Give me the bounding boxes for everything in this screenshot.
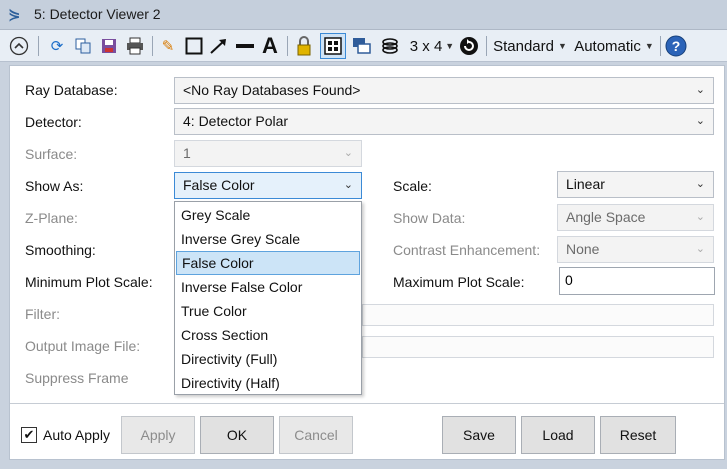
layout-dropdown[interactable]: 3 x 4 ▼ (409, 34, 455, 58)
option-directivity-half[interactable]: Directivity (Half) (176, 371, 360, 395)
chevron-down-icon: ▼ (557, 41, 567, 51)
standard-label: Standard (493, 37, 554, 55)
text-tool-icon[interactable]: A (259, 33, 281, 58)
toolbar: ⟳ ✎ A 3 x 4 ▼ Standard ▼ Automatic ▼ ? (0, 30, 727, 62)
option-inverse-grey-scale[interactable]: Inverse Grey Scale (176, 227, 360, 251)
arrow-icon[interactable] (208, 34, 230, 58)
output-image-file-label: Output Image File: (25, 338, 141, 354)
save-button[interactable]: Save (442, 416, 516, 454)
ray-database-select[interactable]: <No Ray Databases Found> ⌄ (174, 77, 714, 104)
reset-button[interactable]: Reset (600, 416, 676, 454)
surface-select: 1 ⌄ (174, 140, 362, 167)
show-as-dropdown-list: Grey Scale Inverse Grey Scale False Colo… (174, 201, 362, 395)
rotate-icon[interactable] (458, 34, 480, 58)
show-data-value: Angle Space (566, 209, 646, 225)
contrast-enhancement-select: None ⌄ (557, 236, 714, 263)
option-true-color[interactable]: True Color (176, 299, 360, 323)
surface-label: Surface: (25, 146, 78, 162)
automatic-label: Automatic (574, 37, 641, 55)
max-plot-scale-input[interactable]: 0 (559, 267, 715, 295)
layout-label: 3 x 4 (409, 37, 443, 55)
load-button[interactable]: Load (521, 416, 595, 454)
suppress-frame-label: Suppress Frame (25, 370, 129, 386)
max-plot-scale-label: Maximum Plot Scale: (393, 274, 525, 290)
min-plot-scale-label: Minimum Plot Scale: (25, 274, 153, 290)
layers-icon[interactable] (379, 34, 401, 58)
footer-divider (10, 403, 724, 404)
show-data-select: Angle Space ⌄ (557, 204, 714, 231)
contrast-enhancement-label: Contrast Enhancement: (393, 242, 541, 258)
show-as-label: Show As: (25, 178, 84, 194)
auto-apply-checkbox[interactable]: ✔ (21, 427, 37, 443)
contrast-enhancement-value: None (566, 241, 600, 257)
app-logo-icon: ⋟ (8, 6, 21, 23)
z-plane-label: Z-Plane: (25, 210, 78, 226)
standard-dropdown[interactable]: Standard ▼ (492, 34, 568, 58)
ray-database-value: <No Ray Databases Found> (183, 82, 361, 98)
rectangle-icon[interactable] (183, 34, 205, 58)
chevron-down-icon: ⌄ (695, 243, 705, 255)
apply-button[interactable]: Apply (121, 416, 195, 454)
auto-apply-label: Auto Apply (43, 427, 110, 443)
detector-select[interactable]: 4: Detector Polar ⌄ (174, 108, 714, 135)
grid-select-icon[interactable] (320, 33, 346, 59)
svg-text:?: ? (672, 38, 681, 54)
ray-database-label: Ray Database: (25, 82, 118, 98)
surface-value: 1 (183, 145, 191, 161)
collapse-icon[interactable] (8, 34, 30, 58)
option-inverse-false-color[interactable]: Inverse False Color (176, 275, 360, 299)
checkmark-icon: ✔ (23, 427, 35, 442)
show-as-value: False Color (183, 177, 255, 193)
windows-icon[interactable] (351, 34, 373, 58)
output-image-file-input (362, 336, 714, 358)
show-data-label: Show Data: (393, 210, 466, 226)
refresh-icon[interactable]: ⟳ (46, 34, 68, 58)
chevron-down-icon: ⌄ (695, 178, 705, 190)
show-as-select[interactable]: False Color ⌄ (174, 172, 362, 199)
detector-value: 4: Detector Polar (183, 113, 289, 129)
chevron-down-icon: ▼ (445, 41, 455, 51)
option-directivity-full[interactable]: Directivity (Full) (176, 347, 360, 371)
cancel-button[interactable]: Cancel (279, 416, 353, 454)
scale-value: Linear (566, 176, 605, 192)
chevron-down-icon: ⌄ (695, 84, 705, 96)
chevron-down-icon: ⌄ (695, 115, 705, 127)
filter-input (362, 304, 714, 326)
help-icon[interactable]: ? (664, 34, 688, 58)
line-icon[interactable] (234, 34, 256, 58)
scale-label: Scale: (393, 178, 432, 194)
detector-label: Detector: (25, 114, 82, 130)
chevron-down-icon: ⌄ (343, 179, 353, 191)
smoothing-label: Smoothing: (25, 242, 96, 258)
scale-select[interactable]: Linear ⌄ (557, 171, 714, 198)
chevron-down-icon: ▼ (644, 41, 654, 51)
option-grey-scale[interactable]: Grey Scale (176, 203, 360, 227)
print-icon[interactable] (124, 34, 146, 58)
ok-button[interactable]: OK (200, 416, 274, 454)
filter-label: Filter: (25, 306, 60, 322)
save-icon[interactable] (98, 34, 120, 58)
lock-icon[interactable] (293, 34, 315, 58)
chevron-down-icon: ⌄ (343, 147, 353, 159)
pencil-icon[interactable]: ✎ (158, 34, 178, 58)
option-cross-section[interactable]: Cross Section (176, 323, 360, 347)
copy-icon[interactable] (72, 34, 94, 58)
option-false-color[interactable]: False Color (176, 251, 360, 275)
chevron-down-icon: ⌄ (695, 211, 705, 223)
automatic-dropdown[interactable]: Automatic ▼ (572, 34, 656, 58)
title-bar: ⋟ 5: Detector Viewer 2 (0, 0, 727, 30)
window-title: 5: Detector Viewer 2 (34, 6, 161, 22)
